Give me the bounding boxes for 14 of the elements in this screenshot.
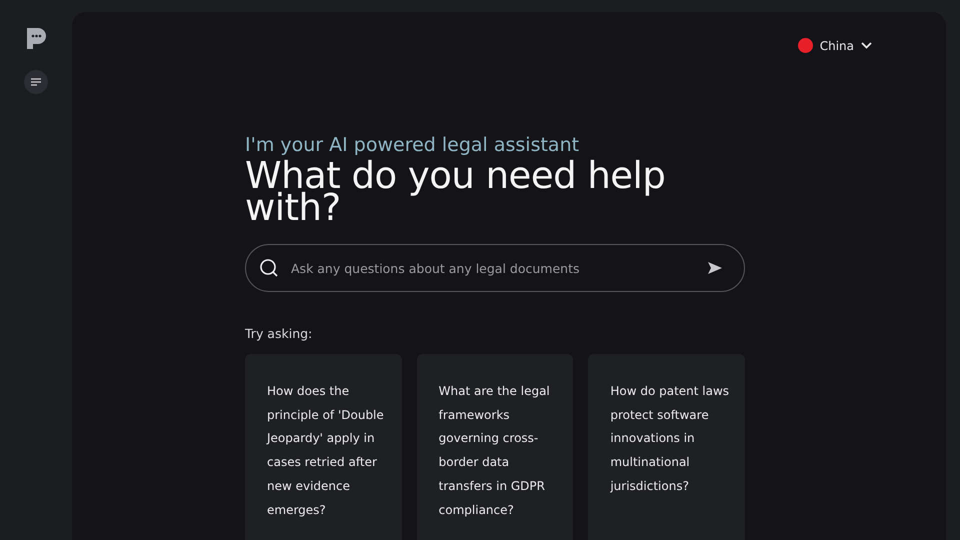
menu-button[interactable] (24, 70, 48, 94)
suggestion-card[interactable]: How do patent laws protect software innovations in multinational jurisdictions? (588, 354, 745, 540)
suggestion-card[interactable]: What are the legal frameworks governing cross-border data transfers in GDPR compliance? (416, 354, 574, 540)
try-asking-label: Try asking: (245, 326, 314, 341)
suggestion-card[interactable]: How does the principle of 'Double Jeopardy' apply in cases retried after new evidence emerges? (245, 354, 402, 540)
subtitle: I'm your AI powered legal assistant (245, 134, 580, 156)
menu-icon (31, 78, 41, 86)
country-selector[interactable]: China (794, 34, 876, 57)
logo-icon (25, 26, 47, 50)
search-icon (259, 258, 279, 278)
heading: What do you need help with? (245, 160, 666, 224)
search-field[interactable]: Ask any questions about any legal documents (245, 244, 745, 292)
send-icon[interactable] (707, 261, 723, 275)
chevron-down-icon (861, 42, 872, 49)
